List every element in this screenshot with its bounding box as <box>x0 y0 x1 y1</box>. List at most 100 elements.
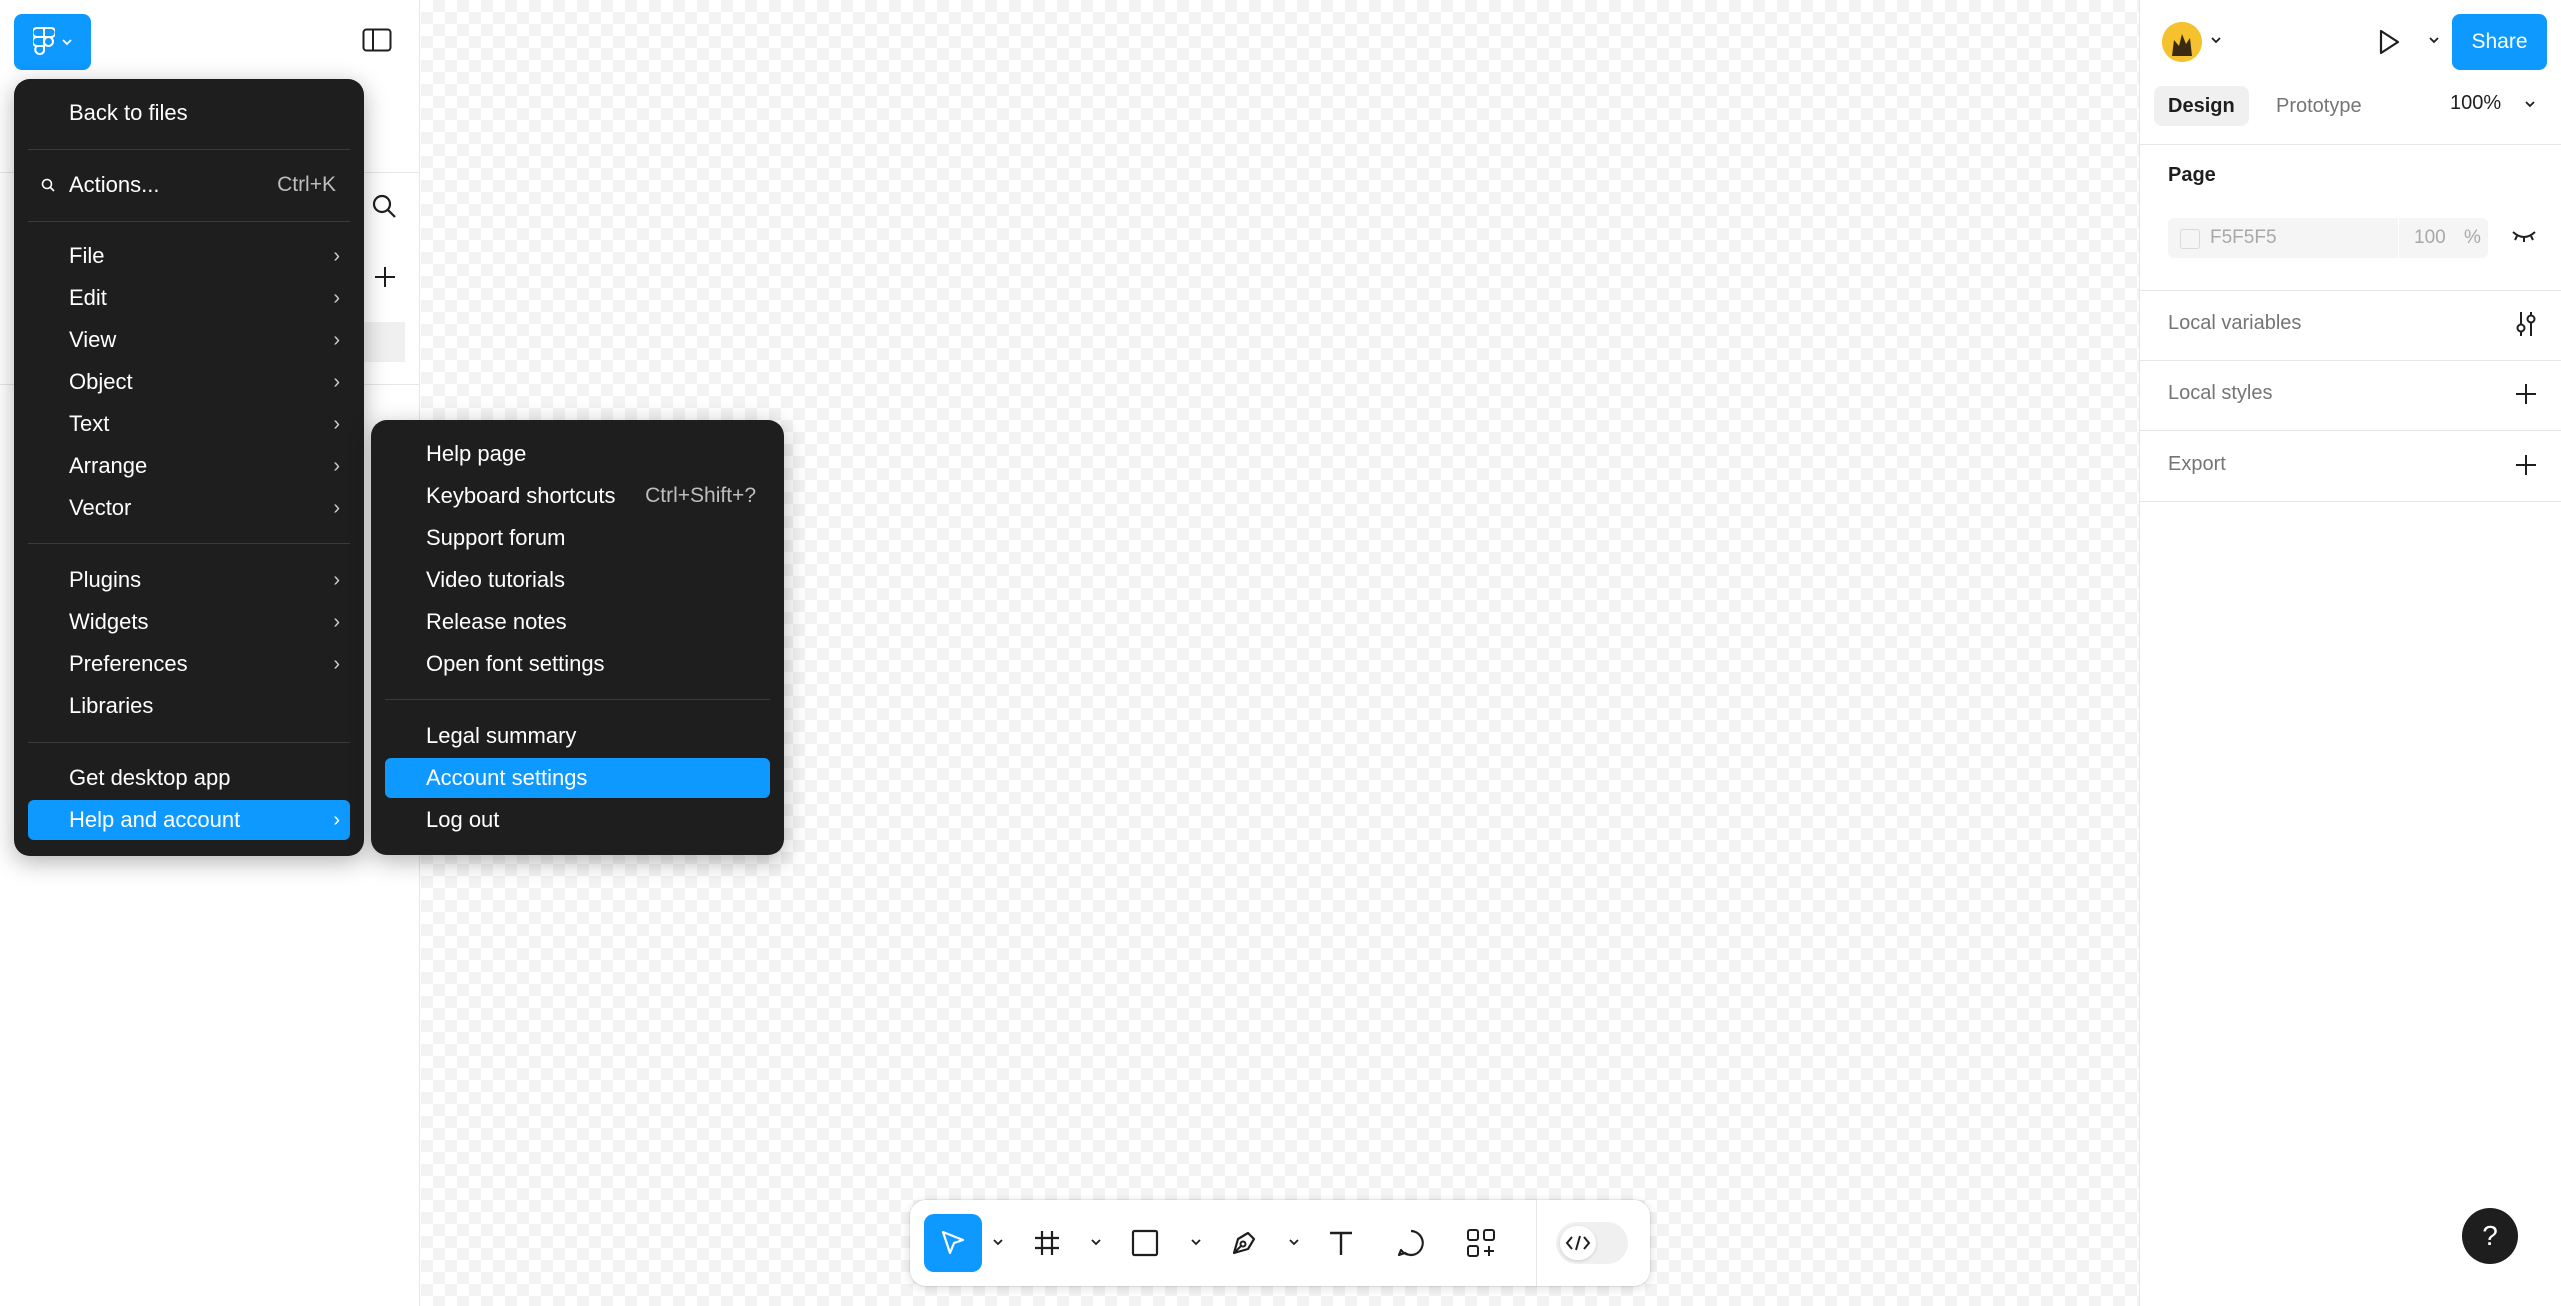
chevron-right-icon: › <box>333 568 340 591</box>
menu-item-account-settings[interactable]: Account settings <box>385 758 770 798</box>
menu-item-open-font-settings[interactable]: Open font settings <box>385 644 770 684</box>
help-button[interactable]: ? <box>2462 1208 2518 1264</box>
export-label[interactable]: Export <box>2168 453 2226 476</box>
menu-item-label: Open font settings <box>426 651 605 676</box>
sliders-icon[interactable] <box>2514 310 2538 338</box>
menu-item-label: Object <box>69 369 133 394</box>
shortcut-label: Ctrl+Shift+? <box>645 484 756 507</box>
chevron-down-icon[interactable] <box>1090 1238 1102 1246</box>
chevron-down-icon[interactable] <box>2210 36 2222 44</box>
menu-item-view[interactable]: View › <box>28 320 350 360</box>
rectangle-icon <box>1131 1229 1159 1257</box>
add-page-icon[interactable] <box>372 264 398 290</box>
menu-item-legal-summary[interactable]: Legal summary <box>385 716 770 756</box>
menu-separator <box>385 699 770 700</box>
chevron-down-icon[interactable] <box>992 1238 1004 1246</box>
menu-item-file[interactable]: File › <box>28 236 350 276</box>
opacity-value: 100 <box>2414 227 2446 248</box>
dev-mode-toggle[interactable] <box>1556 1222 1628 1264</box>
menu-item-object[interactable]: Object › <box>28 362 350 402</box>
menu-item-help-and-account[interactable]: Help and account › <box>28 800 350 840</box>
menu-item-arrange[interactable]: Arrange › <box>28 446 350 486</box>
menu-item-actions[interactable]: Actions... Ctrl+K <box>28 165 350 205</box>
menu-item-label: View <box>69 327 117 352</box>
search-icon[interactable] <box>370 192 398 220</box>
menu-item-preferences[interactable]: Preferences › <box>28 644 350 684</box>
move-tool[interactable] <box>924 1214 982 1272</box>
menu-item-back-to-files[interactable]: Back to files <box>28 93 350 133</box>
chevron-down-icon[interactable] <box>1190 1238 1202 1246</box>
frame-tool[interactable] <box>1018 1214 1076 1272</box>
menu-item-label: Plugins <box>69 567 142 592</box>
main-menu-button[interactable] <box>14 14 91 70</box>
menu-item-label: Legal summary <box>426 723 577 748</box>
menu-item-label: Video tutorials <box>426 567 566 592</box>
text-tool[interactable] <box>1312 1214 1370 1272</box>
shortcut-label: Ctrl+K <box>277 173 336 196</box>
menu-item-text[interactable]: Text › <box>28 404 350 444</box>
chevron-right-icon: › <box>333 808 340 831</box>
menu-item-label: Log out <box>426 807 500 832</box>
menu-item-plugins[interactable]: Plugins › <box>28 560 350 600</box>
color-swatch[interactable] <box>2180 229 2200 249</box>
chevron-right-icon: › <box>333 286 340 309</box>
panel-divider <box>2140 501 2561 502</box>
toolbar-divider <box>1536 1200 1537 1286</box>
page-list-item[interactable] <box>360 322 405 362</box>
plus-icon[interactable] <box>2514 453 2538 477</box>
text-t-icon <box>1330 1231 1352 1255</box>
present-play-icon[interactable] <box>2372 26 2404 58</box>
menu-separator <box>28 742 350 743</box>
avatar[interactable] <box>2162 22 2202 62</box>
resources-tool[interactable] <box>1452 1214 1510 1272</box>
local-styles-label[interactable]: Local styles <box>2168 382 2273 405</box>
hex-value: F5F5F5 <box>2210 227 2277 248</box>
menu-item-release-notes[interactable]: Release notes <box>385 602 770 642</box>
panel-divider <box>2140 360 2561 361</box>
shape-tool[interactable] <box>1116 1214 1174 1272</box>
pen-tool[interactable] <box>1215 1214 1273 1272</box>
menu-item-help-page[interactable]: Help page <box>385 434 770 474</box>
tab-design[interactable]: Design <box>2154 86 2249 126</box>
menu-item-widgets[interactable]: Widgets › <box>28 602 350 642</box>
panel-divider <box>2140 430 2561 431</box>
chevron-down-icon[interactable] <box>1288 1238 1300 1246</box>
page-background-field[interactable]: F5F5F5 100 % <box>2168 218 2488 258</box>
menu-item-label: Account settings <box>426 765 588 790</box>
search-icon <box>41 178 55 192</box>
menu-item-video-tutorials[interactable]: Video tutorials <box>385 560 770 600</box>
menu-item-get-desktop-app[interactable]: Get desktop app <box>28 758 350 798</box>
menu-item-label: Libraries <box>69 693 154 718</box>
menu-item-support-forum[interactable]: Support forum <box>385 518 770 558</box>
menu-item-edit[interactable]: Edit › <box>28 278 350 318</box>
help-and-account-submenu: Help page Keyboard shortcuts Ctrl+Shift+?… <box>371 420 784 855</box>
comment-tool[interactable] <box>1382 1214 1440 1272</box>
chevron-right-icon: › <box>333 244 340 267</box>
field-divider <box>2398 218 2399 258</box>
share-button[interactable]: Share <box>2452 14 2547 70</box>
plus-icon[interactable] <box>2514 382 2538 406</box>
comment-bubble-icon <box>1397 1229 1424 1257</box>
menu-item-vector[interactable]: Vector › <box>28 488 350 528</box>
menu-item-libraries[interactable]: Libraries <box>28 686 350 726</box>
menu-item-label: Widgets <box>69 609 149 634</box>
panel-divider <box>2140 290 2561 291</box>
eye-closed-icon[interactable] <box>2510 226 2538 246</box>
chevron-down-icon[interactable] <box>2428 36 2440 44</box>
tab-prototype[interactable]: Prototype <box>2262 86 2376 126</box>
chevron-right-icon: › <box>333 370 340 393</box>
components-plus-icon <box>1467 1229 1495 1257</box>
menu-item-keyboard-shortcuts[interactable]: Keyboard shortcuts Ctrl+Shift+? <box>385 476 770 516</box>
chevron-right-icon: › <box>333 652 340 675</box>
sidebar-toggle-icon[interactable] <box>362 28 392 52</box>
zoom-level[interactable]: 100% <box>2450 92 2501 115</box>
panel-divider <box>2140 144 2561 145</box>
chevron-down-icon[interactable] <box>2524 100 2536 108</box>
menu-item-label: Arrange <box>69 453 148 478</box>
menu-item-log-out[interactable]: Log out <box>385 800 770 840</box>
avatar-image-icon <box>2162 22 2202 62</box>
menu-item-label: Edit <box>69 285 107 310</box>
bottom-toolbar <box>910 1200 1650 1286</box>
page-section-title: Page <box>2168 164 2216 186</box>
local-variables-label[interactable]: Local variables <box>2168 312 2301 335</box>
